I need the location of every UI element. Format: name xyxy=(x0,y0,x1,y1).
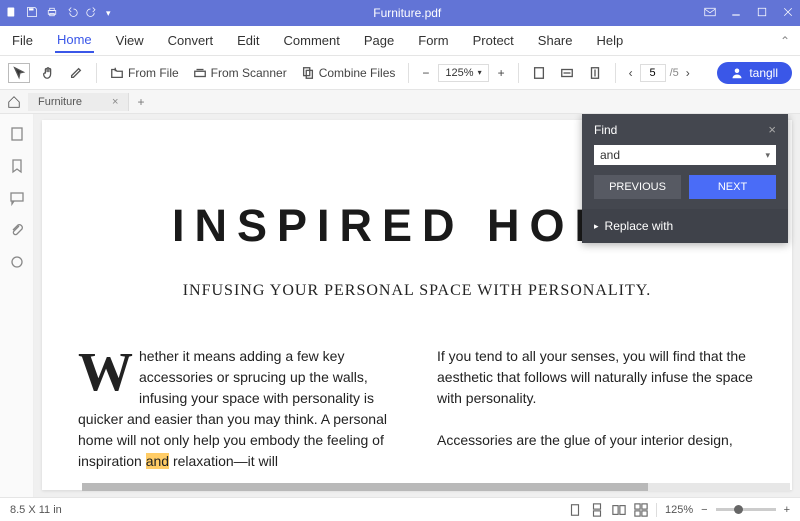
attachments-icon[interactable] xyxy=(9,222,25,238)
doc-column-left: Whether it means adding a few key access… xyxy=(78,346,397,472)
fit-page-icon[interactable] xyxy=(529,63,549,83)
comments-icon[interactable] xyxy=(9,190,25,206)
prev-page-button[interactable]: ‹ xyxy=(626,63,636,83)
shapes-icon[interactable] xyxy=(9,254,25,270)
status-zoom: 125% xyxy=(665,504,693,516)
find-panel: Find × ▾ PREVIOUS NEXT ▸ Replace with xyxy=(582,114,788,243)
menu-home[interactable]: Home xyxy=(55,28,94,53)
two-page-view-icon[interactable] xyxy=(612,503,626,517)
print-icon[interactable] xyxy=(46,6,58,21)
two-page-continuous-icon[interactable] xyxy=(634,503,648,517)
tab-label: Furniture xyxy=(38,96,82,108)
replace-toggle[interactable]: ▸ Replace with xyxy=(582,209,788,243)
edit-tool[interactable] xyxy=(66,63,86,83)
from-scanner-button[interactable]: From Scanner xyxy=(190,63,290,83)
menu-edit[interactable]: Edit xyxy=(235,29,261,52)
horizontal-scrollbar[interactable] xyxy=(82,483,790,491)
from-file-button[interactable]: From File xyxy=(107,63,182,83)
ribbon-collapse-icon[interactable]: ⌃ xyxy=(780,34,790,48)
combine-files-button[interactable]: Combine Files xyxy=(298,63,399,83)
fit-width-icon[interactable] xyxy=(557,63,577,83)
dropcap: W xyxy=(78,350,133,394)
find-title: Find xyxy=(594,123,617,137)
document-tab[interactable]: Furniture × xyxy=(28,93,129,111)
menu-help[interactable]: Help xyxy=(595,29,626,52)
doc-column-right: If you tend to all your senses, you will… xyxy=(437,346,756,472)
bookmarks-icon[interactable] xyxy=(9,158,25,174)
zoom-out-button[interactable]: − xyxy=(419,63,432,83)
zoom-level[interactable]: 125%▾ xyxy=(438,64,488,82)
page-number-input[interactable] xyxy=(640,64,666,82)
select-tool[interactable] xyxy=(8,63,30,83)
menu-page[interactable]: Page xyxy=(362,29,396,52)
minimize-icon[interactable] xyxy=(730,6,742,21)
thumbnails-icon[interactable] xyxy=(9,126,25,142)
next-page-button[interactable]: › xyxy=(683,63,693,83)
menu-form[interactable]: Form xyxy=(416,29,450,52)
status-zoom-out[interactable]: − xyxy=(701,504,707,516)
app-logo-icon xyxy=(6,6,18,21)
find-input[interactable] xyxy=(600,148,765,162)
window-title: Furniture.pdf xyxy=(111,6,704,20)
search-highlight: and xyxy=(146,453,169,469)
continuous-view-icon[interactable] xyxy=(590,503,604,517)
menu-protect[interactable]: Protect xyxy=(471,29,516,52)
add-tab-button[interactable]: + xyxy=(129,95,152,109)
fit-height-icon[interactable] xyxy=(585,63,605,83)
mail-icon[interactable] xyxy=(704,6,716,21)
close-icon[interactable] xyxy=(782,6,794,21)
doc-subheading: INFUSING YOUR PERSONAL SPACE WITH PERSON… xyxy=(78,282,756,300)
status-zoom-in[interactable]: + xyxy=(784,504,790,516)
user-pill[interactable]: tangll xyxy=(717,62,792,84)
chevron-right-icon: ▸ xyxy=(594,221,599,232)
zoom-slider[interactable] xyxy=(716,508,776,511)
hand-tool[interactable] xyxy=(38,63,58,83)
menu-view[interactable]: View xyxy=(114,29,146,52)
tab-close-icon[interactable]: × xyxy=(112,96,118,108)
zoom-in-button[interactable]: + xyxy=(495,63,508,83)
undo-icon[interactable] xyxy=(66,6,78,21)
find-close-icon[interactable]: × xyxy=(768,122,776,137)
save-icon[interactable] xyxy=(26,6,38,21)
page-total: /5 xyxy=(670,67,679,79)
find-next-button[interactable]: NEXT xyxy=(689,175,776,199)
page-dimensions: 8.5 X 11 in xyxy=(10,504,62,516)
single-page-view-icon[interactable] xyxy=(568,503,582,517)
home-tab-icon[interactable] xyxy=(0,95,28,109)
maximize-icon[interactable] xyxy=(756,6,768,21)
menu-share[interactable]: Share xyxy=(536,29,575,52)
menu-comment[interactable]: Comment xyxy=(282,29,342,52)
menu-convert[interactable]: Convert xyxy=(166,29,216,52)
find-options-dropdown-icon[interactable]: ▾ xyxy=(765,150,770,161)
find-previous-button[interactable]: PREVIOUS xyxy=(594,175,681,199)
redo-icon[interactable] xyxy=(86,6,98,21)
menu-file[interactable]: File xyxy=(10,29,35,52)
